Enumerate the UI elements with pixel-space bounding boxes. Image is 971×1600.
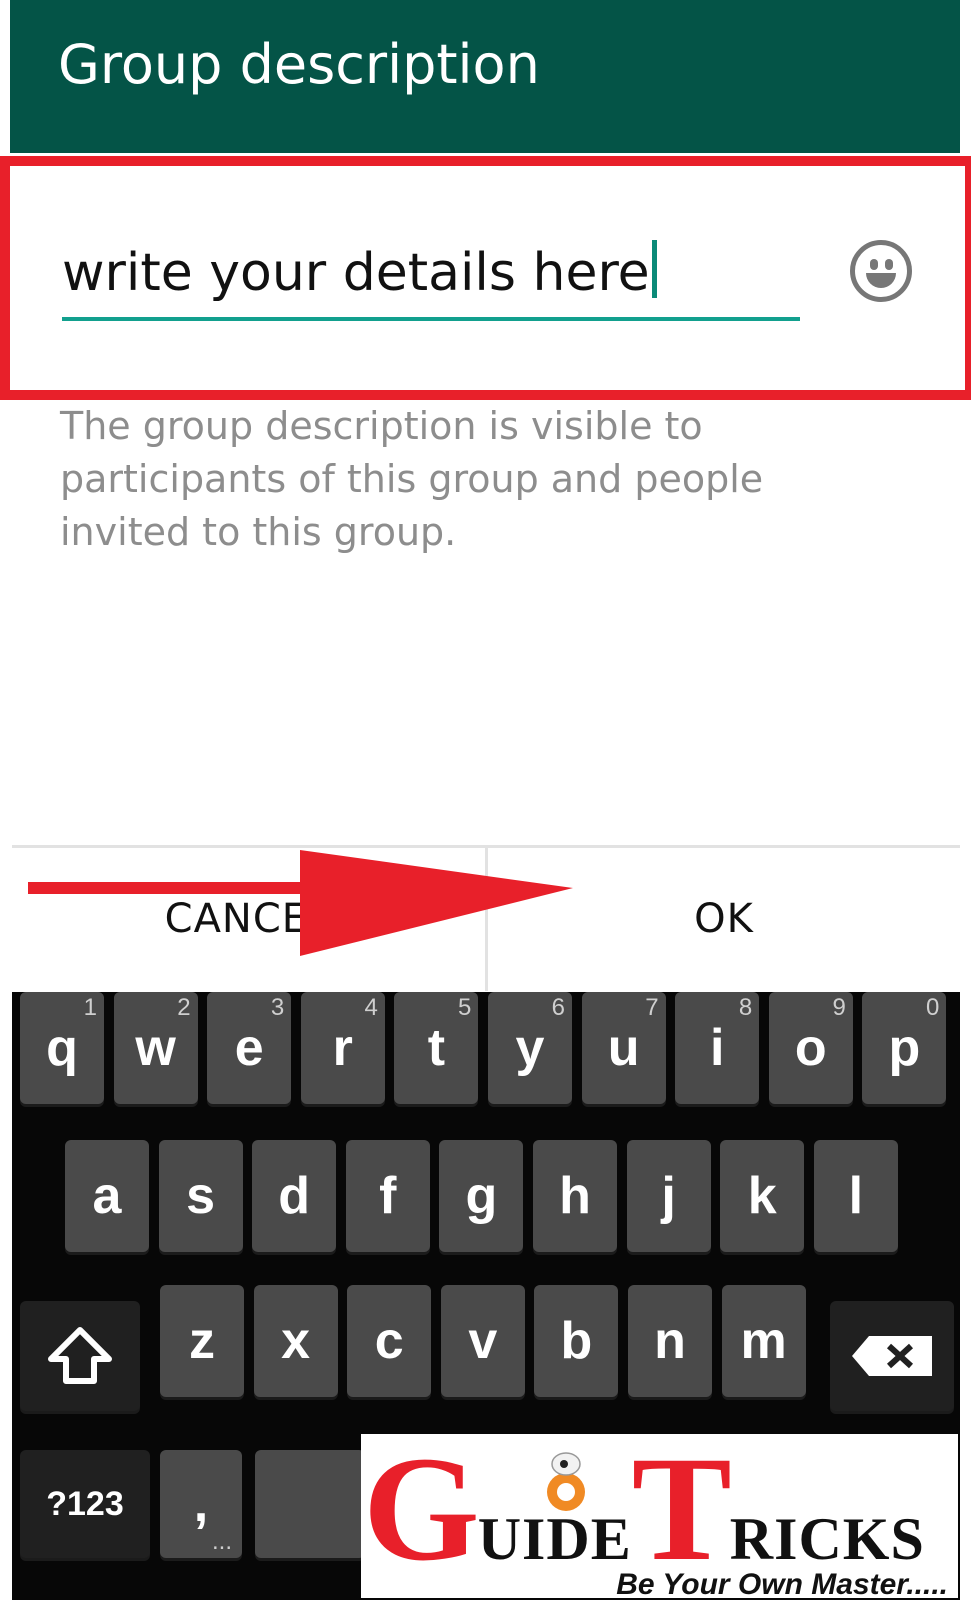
input-underline: [62, 317, 800, 321]
key-label: w: [135, 1019, 176, 1077]
key-label: i: [709, 1019, 725, 1077]
comma-hint: ...: [211, 1528, 232, 1555]
key-label: m: [740, 1312, 787, 1370]
key-m[interactable]: m: [721, 1285, 806, 1397]
key-label: n: [654, 1312, 686, 1370]
key-label: h: [559, 1167, 591, 1225]
helper-text: The group description is visible to part…: [60, 404, 764, 554]
comma-label: ,: [193, 1475, 209, 1533]
key-label: d: [278, 1167, 311, 1225]
group-description-input[interactable]: write your details here: [62, 226, 802, 322]
key-j[interactable]: j: [626, 1140, 711, 1252]
backspace-icon: [852, 1336, 932, 1376]
text-cursor: [651, 240, 657, 298]
key-label: b: [560, 1312, 593, 1370]
backspace-key[interactable]: [830, 1301, 954, 1411]
key-label: a: [92, 1167, 122, 1225]
key-w[interactable]: w2: [113, 992, 198, 1104]
key-s[interactable]: s: [158, 1140, 243, 1252]
key-label: g: [465, 1167, 498, 1225]
key-hint: 8: [738, 994, 753, 1021]
key-g[interactable]: g: [439, 1140, 524, 1252]
key-label: u: [607, 1019, 640, 1077]
key-label: q: [46, 1019, 78, 1077]
shift-arrow-icon: [48, 1327, 112, 1384]
key-label: j: [661, 1167, 676, 1225]
key-p[interactable]: p0: [862, 992, 947, 1104]
key-o[interactable]: o9: [768, 992, 853, 1104]
key-a[interactable]: a: [65, 1140, 149, 1252]
key-label: f: [379, 1167, 397, 1225]
symbols-key[interactable]: ?123: [20, 1450, 150, 1558]
key-l[interactable]: l: [813, 1140, 898, 1252]
key-label: c: [374, 1312, 404, 1370]
key-t[interactable]: t5: [394, 992, 479, 1104]
key-hint: 2: [177, 994, 191, 1021]
key-hint: 0: [926, 994, 940, 1021]
shift-key[interactable]: [20, 1301, 140, 1411]
key-label: z: [189, 1312, 215, 1370]
key-u[interactable]: u7: [581, 992, 666, 1104]
page-title: Group description: [58, 33, 540, 96]
key-i[interactable]: i8: [675, 992, 760, 1104]
key-label: y: [515, 1019, 545, 1077]
key-k[interactable]: k: [720, 1140, 805, 1252]
comma-key[interactable]: , ...: [160, 1450, 242, 1558]
key-n[interactable]: n: [628, 1285, 712, 1397]
key-hint: 1: [83, 994, 97, 1021]
key-hint: 9: [832, 994, 846, 1021]
key-label: t: [427, 1019, 446, 1077]
key-label: k: [747, 1167, 777, 1225]
input-value: write your details here: [62, 243, 650, 303]
key-h[interactable]: h: [533, 1140, 617, 1252]
key-hint: 7: [645, 994, 659, 1021]
key-hint: 6: [551, 994, 565, 1021]
key-v[interactable]: v: [440, 1285, 525, 1397]
key-hint: 4: [364, 994, 378, 1021]
key-d[interactable]: d: [252, 1140, 337, 1252]
key-label: r: [332, 1019, 353, 1077]
key-z[interactable]: z: [160, 1285, 244, 1397]
key-c[interactable]: c: [347, 1285, 432, 1397]
watermark-tagline: Be Your Own Master.....: [616, 1568, 948, 1598]
space-bar[interactable]: [255, 1450, 365, 1558]
arrow-annotation-icon: [28, 850, 573, 956]
emoji-icon[interactable]: [850, 240, 912, 302]
app-header: Group description: [10, 0, 960, 153]
key-q[interactable]: q1: [20, 992, 104, 1104]
key-hint: 5: [458, 994, 472, 1021]
robot-mascot-icon: [547, 1452, 585, 1511]
key-e[interactable]: e3: [207, 992, 292, 1104]
key-label: p: [888, 1019, 921, 1077]
key-label: x: [281, 1312, 311, 1370]
key-label: o: [794, 1019, 827, 1077]
key-label: v: [468, 1312, 498, 1370]
key-label: s: [186, 1167, 216, 1225]
key-x[interactable]: x: [253, 1285, 338, 1397]
key-r[interactable]: r4: [300, 992, 385, 1104]
key-hint: 3: [270, 994, 285, 1021]
key-b[interactable]: b: [534, 1285, 619, 1397]
key-f[interactable]: f: [345, 1140, 430, 1252]
key-label: l: [848, 1167, 864, 1225]
watermark-logo: GUIDETRICKS Be Your Own Master.....: [361, 1434, 958, 1598]
key-label: e: [234, 1019, 264, 1077]
key-y[interactable]: y6: [488, 992, 572, 1104]
